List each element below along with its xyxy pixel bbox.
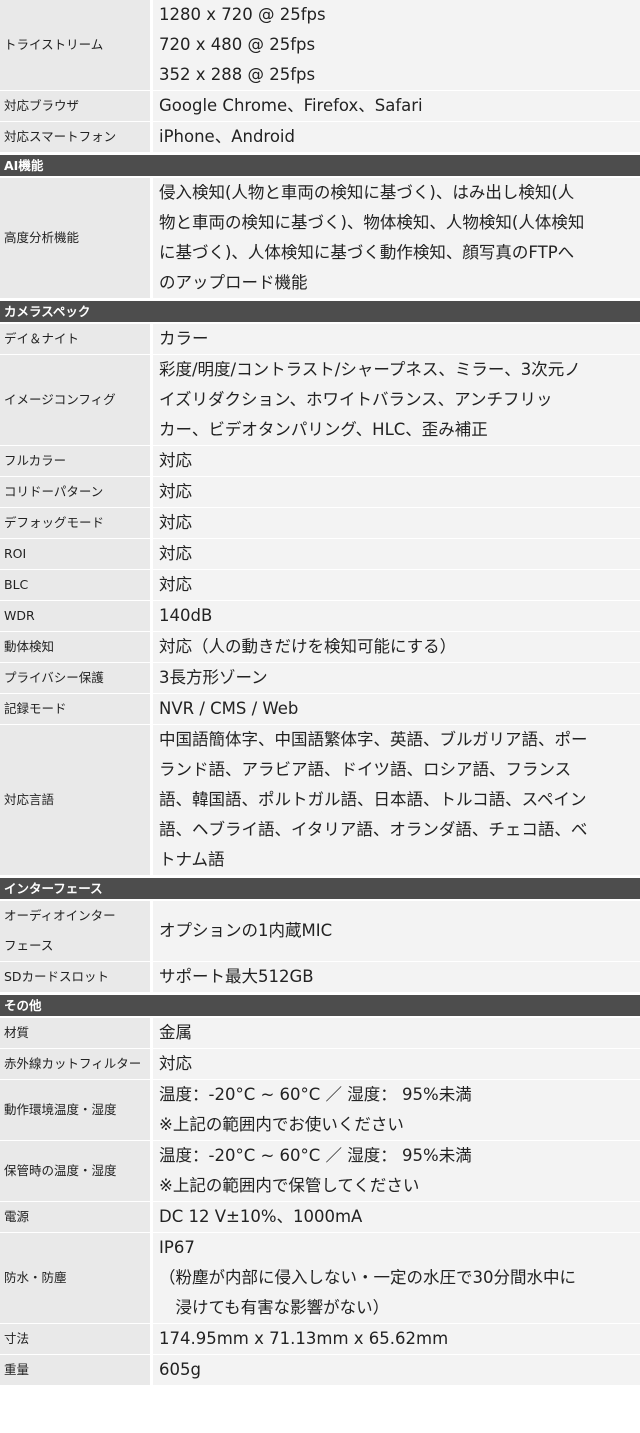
spec-label: 高度分析機能 (0, 178, 153, 298)
spec-value: 対応 (153, 508, 640, 538)
section-header-camera: カメラスペック (0, 299, 640, 324)
spec-value: 174.95mm x 71.13mm x 65.62mm (153, 1324, 640, 1354)
spec-value: 対応 (153, 1049, 640, 1079)
spec-row: 動体検知 対応（人の動きだけを検知可能にする） (0, 632, 640, 663)
spec-row: デフォッグモード 対応 (0, 508, 640, 539)
spec-row: 赤外線カットフィルター 対応 (0, 1049, 640, 1080)
spec-row: 対応スマートフォン iPhone、Android (0, 122, 640, 153)
spec-label: トライストリーム (0, 0, 153, 90)
spec-row: SDカードスロット サポート最大512GB (0, 962, 640, 993)
spec-value: 温度：-20°C ~ 60°C ／ 湿度： 95%未満 ※上記の範囲内でお使いく… (153, 1080, 640, 1140)
spec-value: DC 12 V±10%、1000mA (153, 1202, 640, 1232)
spec-label: 対応ブラウザ (0, 91, 153, 121)
spec-row: デイ＆ナイト カラー (0, 324, 640, 355)
spec-label: BLC (0, 570, 153, 600)
spec-label: 電源 (0, 1202, 153, 1232)
spec-label: デイ＆ナイト (0, 324, 153, 354)
spec-label: WDR (0, 601, 153, 631)
spec-label: コリドーパターン (0, 477, 153, 507)
spec-label: イメージコンフィグ (0, 355, 153, 445)
spec-row: BLC 対応 (0, 570, 640, 601)
spec-label: 材質 (0, 1018, 153, 1048)
spec-row: コリドーパターン 対応 (0, 477, 640, 508)
spec-label: 重量 (0, 1355, 153, 1385)
spec-row: イメージコンフィグ 彩度/明度/コントラスト/シャープネス、ミラー、3次元ノ イズ… (0, 355, 640, 446)
spec-value: 彩度/明度/コントラスト/シャープネス、ミラー、3次元ノ イズリダクション、ホワ… (153, 355, 640, 445)
spec-value: 605g (153, 1355, 640, 1385)
spec-value: 対応 (153, 539, 640, 569)
spec-value: サポート最大512GB (153, 962, 640, 992)
spec-label: 寸法 (0, 1324, 153, 1354)
spec-row: 記録モード NVR / CMS / Web (0, 694, 640, 725)
spec-row: 材質 金属 (0, 1018, 640, 1049)
spec-row: 対応言語 中国語簡体字、中国語繁体字、英語、ブルガリア語、ポー ランド語、アラビア… (0, 725, 640, 876)
spec-value: 侵入検知(人物と車両の検知に基づく)、はみ出し検知(人 物と車両の検知に基づく)… (153, 178, 640, 298)
spec-row: プライバシー保護 3長方形ゾーン (0, 663, 640, 694)
spec-label: 記録モード (0, 694, 153, 724)
spec-row: 電源 DC 12 V±10%、1000mA (0, 1202, 640, 1233)
spec-label: 保管時の温度・湿度 (0, 1141, 153, 1201)
spec-row: フルカラー 対応 (0, 446, 640, 477)
spec-label: 赤外線カットフィルター (0, 1049, 153, 1079)
spec-value: 140dB (153, 601, 640, 631)
spec-label: 防水・防塵 (0, 1233, 153, 1323)
spec-row: オーディオインター フェース オプションの1内蔵MIC (0, 901, 640, 962)
spec-row: 防水・防塵 IP67 （粉塵が内部に侵入しない・一定の水圧で30分間水中に 浸けて… (0, 1233, 640, 1324)
section-header-ai: AI機能 (0, 153, 640, 178)
spec-row: 寸法 174.95mm x 71.13mm x 65.62mm (0, 1324, 640, 1355)
spec-label: プライバシー保護 (0, 663, 153, 693)
spec-table: トライストリーム 1280 x 720 @ 25fps 720 x 480 @ 2… (0, 0, 640, 1386)
section-header-interface: インターフェース (0, 876, 640, 901)
spec-row: 対応ブラウザ Google Chrome、Firefox、Safari (0, 91, 640, 122)
spec-row: ROI 対応 (0, 539, 640, 570)
spec-value: 温度：-20°C ~ 60°C ／ 湿度： 95%未満 ※上記の範囲内で保管して… (153, 1141, 640, 1201)
spec-value: 対応 (153, 477, 640, 507)
spec-value: IP67 （粉塵が内部に侵入しない・一定の水圧で30分間水中に 浸けても有害な影… (153, 1233, 640, 1323)
spec-value: オプションの1内蔵MIC (153, 901, 640, 961)
spec-row: WDR 140dB (0, 601, 640, 632)
spec-label: SDカードスロット (0, 962, 153, 992)
spec-row: トライストリーム 1280 x 720 @ 25fps 720 x 480 @ 2… (0, 0, 640, 91)
spec-label: ROI (0, 539, 153, 569)
spec-label: 動作環境温度・湿度 (0, 1080, 153, 1140)
spec-label: 対応スマートフォン (0, 122, 153, 152)
spec-value: Google Chrome、Firefox、Safari (153, 91, 640, 121)
spec-value: 対応（人の動きだけを検知可能にする） (153, 632, 640, 662)
section-header-other: その他 (0, 993, 640, 1018)
spec-value: NVR / CMS / Web (153, 694, 640, 724)
spec-row: 高度分析機能 侵入検知(人物と車両の検知に基づく)、はみ出し検知(人 物と車両の検… (0, 178, 640, 299)
spec-label: オーディオインター フェース (0, 901, 153, 961)
spec-row: 動作環境温度・湿度 温度：-20°C ~ 60°C ／ 湿度： 95%未満 ※上記… (0, 1080, 640, 1141)
spec-row: 保管時の温度・湿度 温度：-20°C ~ 60°C ／ 湿度： 95%未満 ※上記… (0, 1141, 640, 1202)
spec-value: 対応 (153, 570, 640, 600)
spec-row: 重量 605g (0, 1355, 640, 1386)
spec-value: カラー (153, 324, 640, 354)
spec-value: 金属 (153, 1018, 640, 1048)
spec-value: 対応 (153, 446, 640, 476)
spec-value: iPhone、Android (153, 122, 640, 152)
spec-label: 動体検知 (0, 632, 153, 662)
spec-value: 1280 x 720 @ 25fps 720 x 480 @ 25fps 352… (153, 0, 640, 90)
spec-label: デフォッグモード (0, 508, 153, 538)
spec-label: フルカラー (0, 446, 153, 476)
spec-value: 3長方形ゾーン (153, 663, 640, 693)
spec-value: 中国語簡体字、中国語繁体字、英語、ブルガリア語、ポー ランド語、アラビア語、ドイ… (153, 725, 640, 875)
spec-label: 対応言語 (0, 725, 153, 875)
